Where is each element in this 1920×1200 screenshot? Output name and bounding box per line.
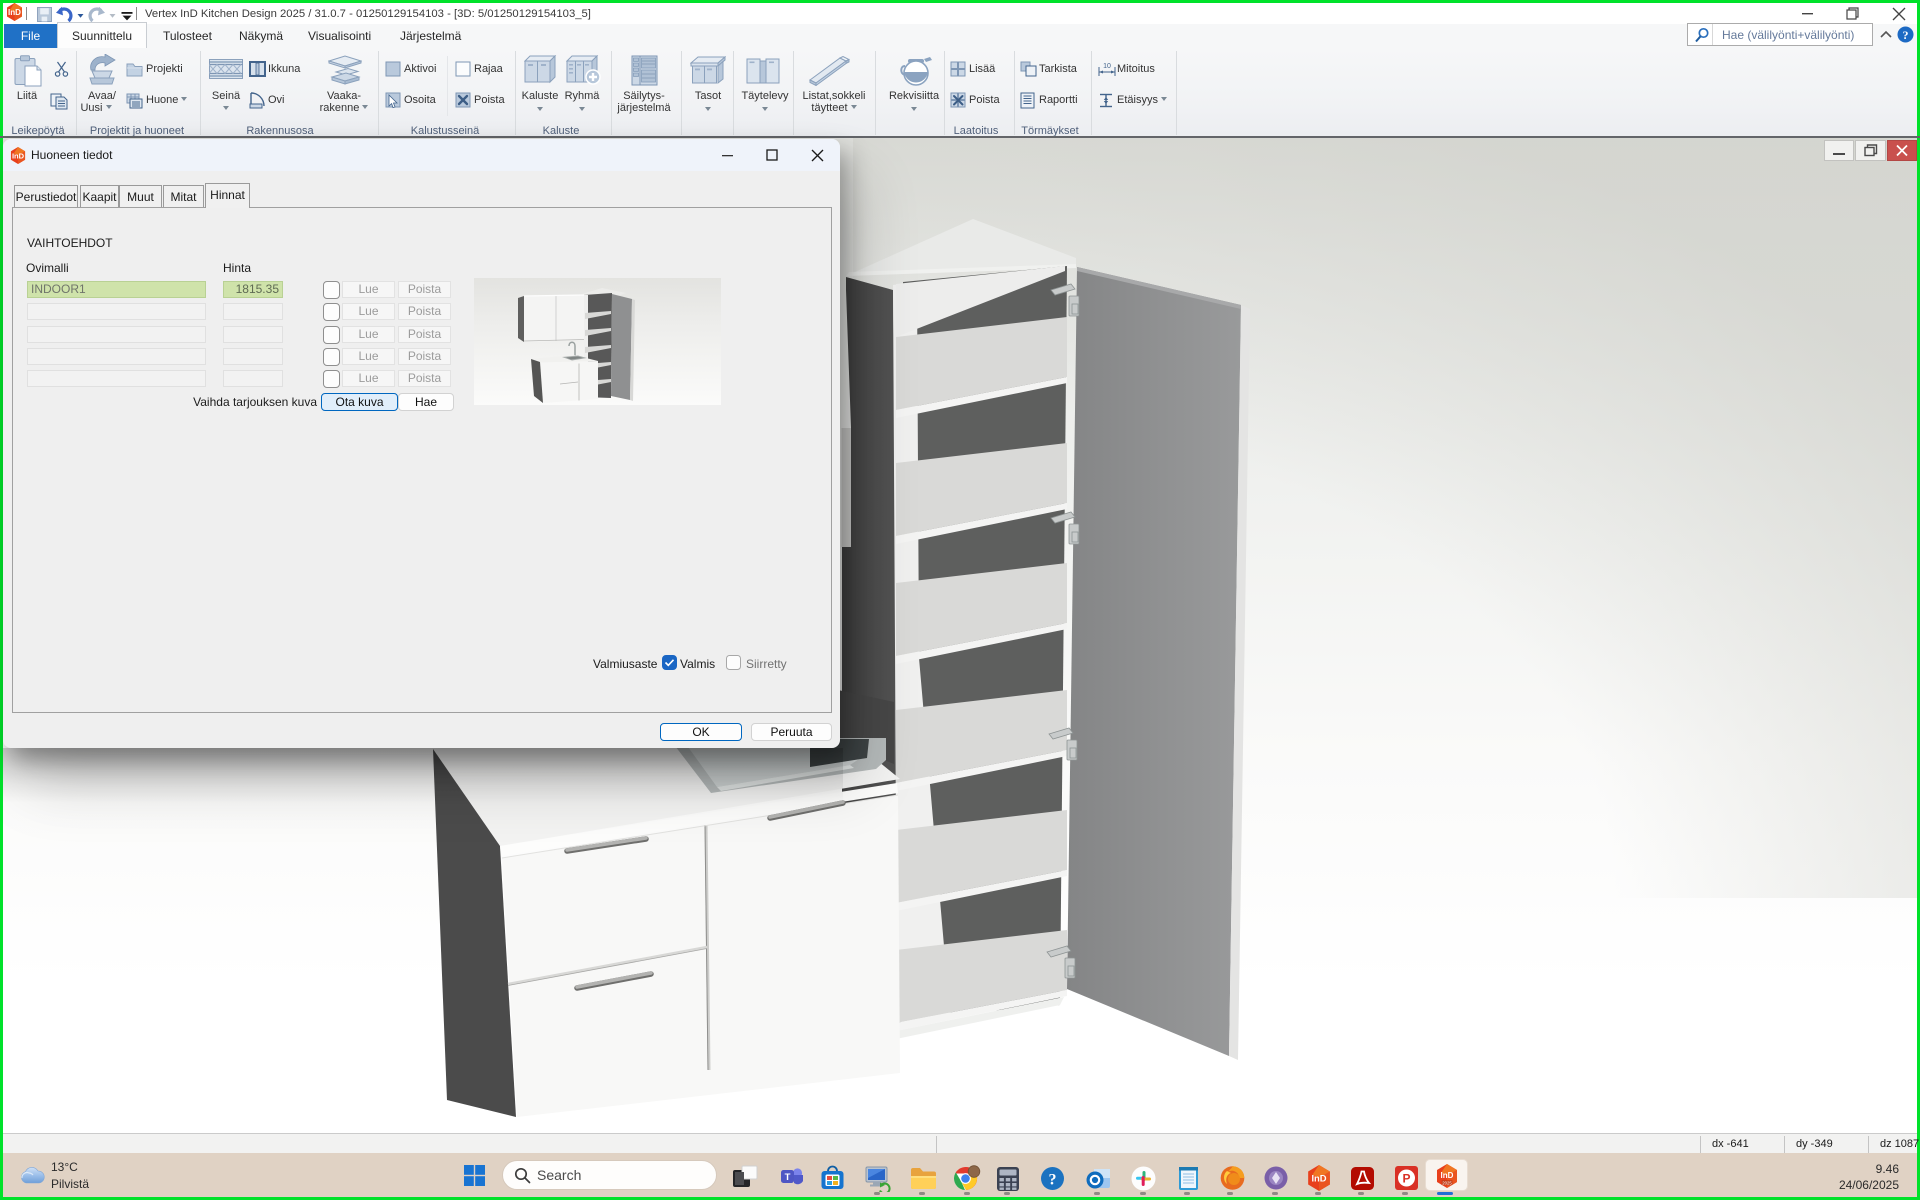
svg-text:InD: InD <box>12 151 25 160</box>
svg-text:InD: InD <box>8 8 21 17</box>
svg-text:InD: InD <box>1441 1171 1454 1180</box>
svg-text:?: ? <box>1903 28 1909 42</box>
svg-text:2025: 2025 <box>1442 1180 1452 1185</box>
svg-text:T: T <box>785 1172 791 1183</box>
svg-text:10: 10 <box>1103 63 1111 70</box>
svg-text:P: P <box>1402 1172 1410 1186</box>
svg-text:?: ? <box>1049 1172 1057 1189</box>
svg-text:InD: InD <box>1311 1174 1326 1184</box>
